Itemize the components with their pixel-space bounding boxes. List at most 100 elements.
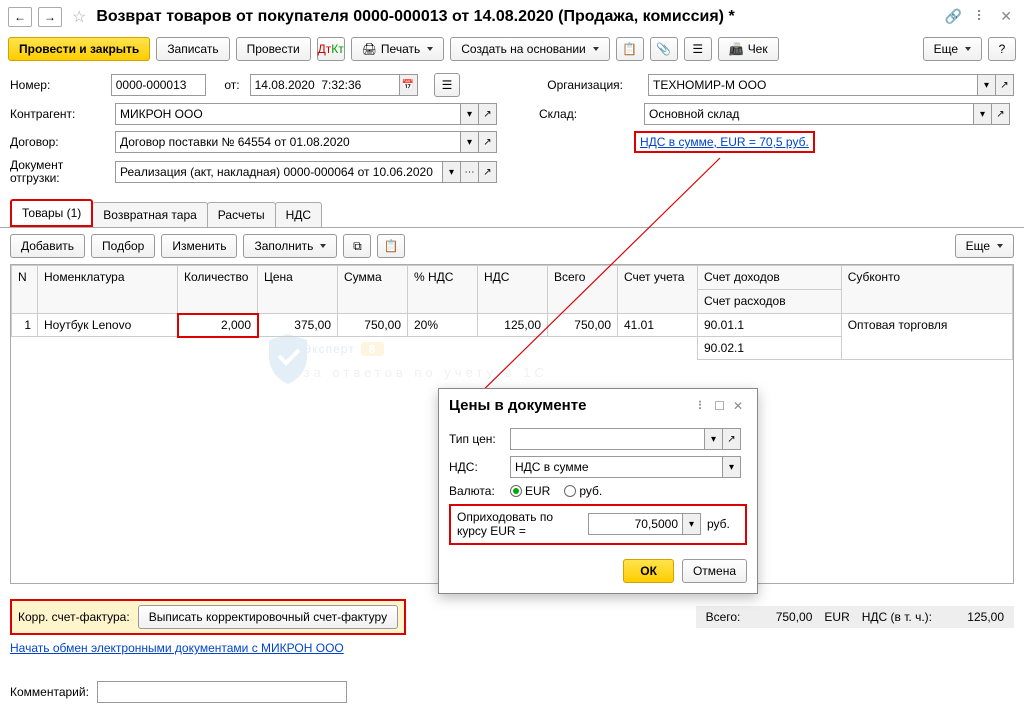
shipdoc-label: Документ отгрузки: <box>10 159 105 185</box>
popup-cancel-button[interactable]: Отмена <box>682 559 747 583</box>
col-n: N <box>12 266 38 314</box>
post-button[interactable]: Провести <box>236 37 311 61</box>
totals-sum: 750,00 <box>752 610 812 624</box>
col-price: Цена <box>258 266 338 314</box>
number-field[interactable] <box>111 74 206 96</box>
doc-icon-button[interactable]: 📋 <box>616 37 644 61</box>
copy-icon-button[interactable]: ⧉ <box>343 234 371 258</box>
popup-ok-button[interactable]: ОК <box>623 559 674 583</box>
contract-field[interactable] <box>115 131 461 153</box>
prices-popup: Цены в документе ⠇ ☐ ✕ Тип цен: ▾ ↗ НДС:… <box>438 388 758 594</box>
warehouse-field[interactable] <box>644 103 974 125</box>
col-nom: Номенклатура <box>38 266 178 314</box>
save-button[interactable]: Записать <box>156 37 229 61</box>
rate-unit: руб. <box>707 517 730 531</box>
contract-label: Договор: <box>10 135 105 149</box>
counterparty-open-icon[interactable]: ↗ <box>479 103 497 125</box>
col-expense: Счет расходов <box>698 290 842 314</box>
popup-maximize-icon[interactable]: ☐ <box>710 399 729 413</box>
nav-back-button[interactable]: ← <box>8 7 32 27</box>
price-type-dropdown[interactable]: ▾ <box>705 428 723 450</box>
tab-returnable[interactable]: Возвратная тара <box>92 202 208 227</box>
edi-link[interactable]: Начать обмен электронными документами с … <box>10 641 344 655</box>
select-rows-button[interactable]: Подбор <box>91 234 155 258</box>
rate-dropdown[interactable]: ▾ <box>683 513 701 535</box>
paste-icon-button[interactable]: 📋 <box>377 234 405 258</box>
post-and-close-button[interactable]: Провести и закрыть <box>8 37 150 61</box>
contract-dropdown-icon[interactable]: ▾ <box>461 131 479 153</box>
popup-vat-label: НДС: <box>449 460 504 474</box>
col-income: Счет доходов <box>698 266 842 290</box>
warehouse-open-icon[interactable]: ↗ <box>992 103 1010 125</box>
org-open-icon[interactable]: ↗ <box>996 74 1014 96</box>
col-qty: Количество <box>178 266 258 314</box>
org-label: Организация: <box>547 78 638 92</box>
shipdoc-select-icon[interactable]: ⋯ <box>461 161 479 183</box>
col-subkonto: Субконто <box>841 266 1012 314</box>
shipdoc-open-icon[interactable]: ↗ <box>479 161 497 183</box>
table-more-button[interactable]: Еще <box>955 234 1014 258</box>
counterparty-label: Контрагент: <box>10 107 105 121</box>
close-icon[interactable]: ✕ <box>996 6 1016 27</box>
contract-open-icon[interactable]: ↗ <box>479 131 497 153</box>
fill-button[interactable]: Заполнить <box>243 234 337 258</box>
vat-settings-link[interactable]: НДС в сумме, EUR = 70,5 руб. <box>634 131 815 153</box>
create-corr-invoice-button[interactable]: Выписать корректировочный счет-фактуру <box>138 605 398 629</box>
link-icon[interactable]: 🔗 <box>941 6 966 27</box>
help-button[interactable]: ? <box>988 37 1016 61</box>
list-icon-button[interactable]: ☰ <box>684 37 712 61</box>
from-label: от: <box>216 78 240 92</box>
qty-cell[interactable]: 2,000 <box>178 314 258 337</box>
popup-menu-icon[interactable]: ⠇ <box>693 399 710 413</box>
shipdoc-dropdown-icon[interactable]: ▾ <box>443 161 461 183</box>
pin-icon[interactable]: ⠇ <box>972 6 990 27</box>
nav-forward-button[interactable]: → <box>38 7 62 27</box>
col-account: Счет учета <box>618 266 698 314</box>
popup-close-icon[interactable]: ✕ <box>729 399 747 413</box>
currency-eur-radio[interactable]: EUR <box>510 484 550 498</box>
comment-field[interactable] <box>97 681 347 703</box>
tab-vat[interactable]: НДС <box>275 202 322 227</box>
date-field[interactable] <box>250 74 400 96</box>
corr-invoice-label: Корр. счет-фактура: <box>18 610 130 624</box>
org-field[interactable] <box>648 74 978 96</box>
rate-label: Оприходовать по курсу EUR = <box>457 510 582 539</box>
window-title: Возврат товаров от покупателя 0000-00001… <box>96 8 934 26</box>
col-total: Всего <box>548 266 618 314</box>
tab-calc[interactable]: Расчеты <box>207 202 276 227</box>
totals-label: Всего: <box>706 610 741 624</box>
totals-vat-label: НДС (в т. ч.): <box>862 610 932 624</box>
calendar-icon[interactable]: 📅 <box>400 74 418 96</box>
org-dropdown-icon[interactable]: ▾ <box>978 74 996 96</box>
rate-field[interactable] <box>588 513 683 535</box>
warehouse-label: Склад: <box>539 107 634 121</box>
star-icon[interactable]: ☆ <box>68 7 90 27</box>
col-vat: НДС <box>478 266 548 314</box>
create-based-on-button[interactable]: Создать на основании <box>450 37 610 61</box>
col-vat-pct: % НДС <box>408 266 478 314</box>
comment-label: Комментарий: <box>10 685 89 699</box>
date-extra-button[interactable]: ☰ <box>434 73 461 97</box>
popup-vat-field[interactable] <box>510 456 723 478</box>
popup-vat-dropdown[interactable]: ▾ <box>723 456 741 478</box>
change-button[interactable]: Изменить <box>161 234 237 258</box>
price-type-open[interactable]: ↗ <box>723 428 741 450</box>
price-type-field[interactable] <box>510 428 705 450</box>
number-label: Номер: <box>10 78 101 92</box>
price-type-label: Тип цен: <box>449 432 504 446</box>
add-row-button[interactable]: Добавить <box>10 234 85 258</box>
col-sum: Сумма <box>338 266 408 314</box>
counterparty-field[interactable] <box>115 103 461 125</box>
print-button[interactable]: 🖨 Печать <box>351 37 445 61</box>
warehouse-dropdown-icon[interactable]: ▾ <box>974 103 992 125</box>
currency-rub-radio[interactable]: руб. <box>564 484 602 498</box>
dt-kt-button[interactable]: ДтКт <box>317 37 345 61</box>
counterparty-dropdown-icon[interactable]: ▾ <box>461 103 479 125</box>
table-row[interactable]: 1 Ноутбук Lenovo 2,000 375,00 750,00 20%… <box>12 314 1013 337</box>
shipdoc-field[interactable] <box>115 161 443 183</box>
receipt-button[interactable]: 📠 Чек <box>718 37 779 61</box>
more-button[interactable]: Еще <box>923 37 982 61</box>
totals-currency: EUR <box>824 610 849 624</box>
tab-goods[interactable]: Товары (1) <box>10 199 93 227</box>
attach-icon-button[interactable]: 📎 <box>650 37 678 61</box>
